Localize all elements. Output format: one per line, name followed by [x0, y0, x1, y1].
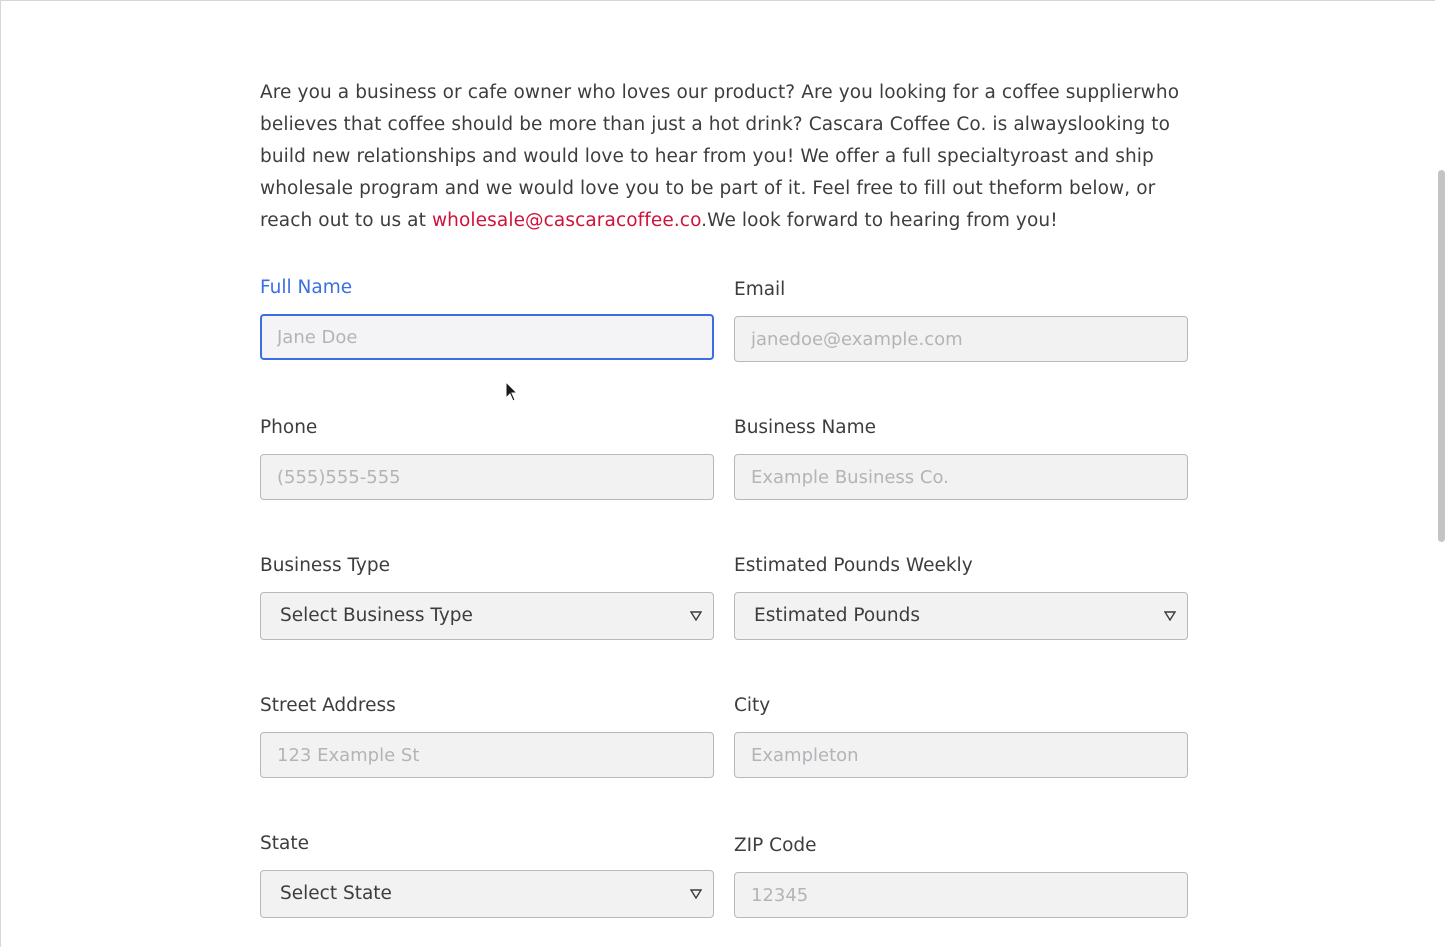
email-field: Email [734, 278, 1188, 362]
business-type-select[interactable]: Select Business Type [260, 592, 714, 640]
intro-text: Are you a business or cafe owner who lov… [260, 82, 1180, 231]
street-address-input[interactable] [260, 732, 714, 778]
street-address-field: Street Address [260, 694, 714, 778]
state-select[interactable]: Select State [260, 870, 714, 918]
full-name-label: Full Name [260, 277, 353, 298]
full-name-input[interactable] [260, 314, 714, 360]
city-label: City [734, 695, 771, 716]
intro-text-end: .We look forward to hearing from you! [701, 210, 1058, 231]
full-name-field: Full Name [260, 276, 714, 360]
state-selected: Select State [280, 883, 392, 904]
page-scrollbar[interactable] [1435, 0, 1447, 948]
city-field: City [734, 694, 1188, 778]
chevron-down-icon [1164, 611, 1176, 621]
business-type-label: Business Type [260, 555, 390, 576]
chevron-down-icon [690, 889, 702, 899]
estimated-pounds-select[interactable]: Estimated Pounds [734, 592, 1188, 640]
scrollbar-thumb[interactable] [1438, 170, 1445, 542]
city-input[interactable] [734, 732, 1188, 778]
business-type-selected: Select Business Type [280, 605, 473, 626]
phone-label: Phone [260, 417, 318, 438]
zip-field: ZIP Code [734, 834, 1188, 918]
chevron-down-icon [690, 611, 702, 621]
street-address-label: Street Address [260, 695, 396, 716]
estimated-pounds-selected: Estimated Pounds [754, 605, 920, 626]
business-type-field: Business Type Select Business Type [260, 554, 714, 640]
state-field: State Select State [260, 832, 714, 918]
zip-label: ZIP Code [734, 835, 817, 856]
wholesale-email-link[interactable]: wholesale@cascaracoffee.co [432, 210, 701, 231]
intro-paragraph: Are you a business or cafe owner who lov… [260, 77, 1190, 237]
email-input[interactable] [734, 316, 1188, 362]
zip-input[interactable] [734, 872, 1188, 918]
business-name-field: Business Name [734, 416, 1188, 500]
mouse-pointer-icon [505, 381, 519, 402]
phone-field: Phone [260, 416, 714, 500]
business-name-label: Business Name [734, 417, 877, 438]
business-name-input[interactable] [734, 454, 1188, 500]
estimated-pounds-field: Estimated Pounds Weekly Estimated Pounds [734, 554, 1188, 640]
phone-input[interactable] [260, 454, 714, 500]
state-label: State [260, 833, 309, 854]
email-label: Email [734, 279, 786, 300]
estimated-pounds-label: Estimated Pounds Weekly [734, 555, 973, 576]
